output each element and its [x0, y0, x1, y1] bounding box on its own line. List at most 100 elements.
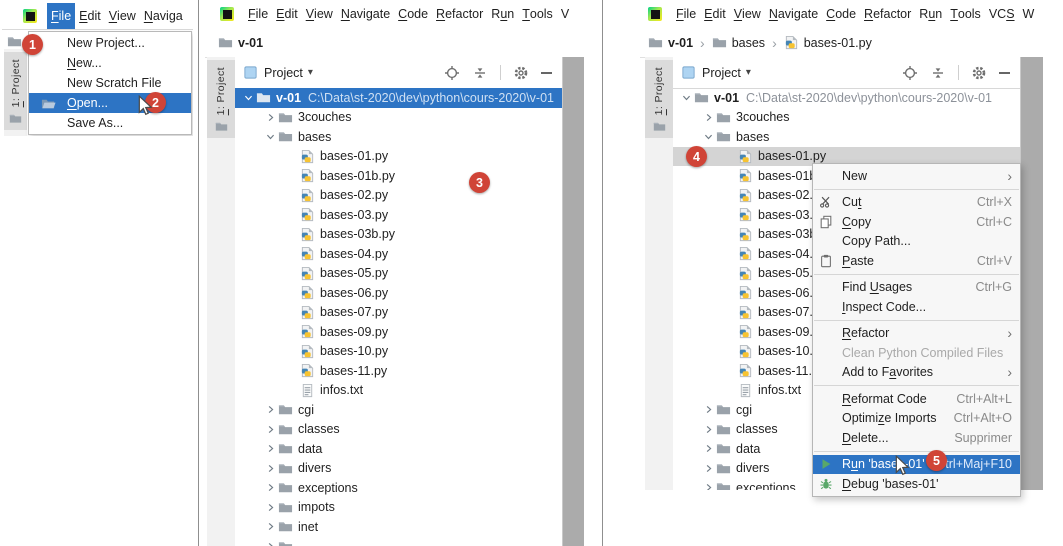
settings-gear-button[interactable]: [971, 65, 987, 81]
python-icon: [300, 168, 315, 183]
breadcrumb-item-v-01[interactable]: v-01: [648, 35, 693, 50]
tree-row-bases-11-py[interactable]: bases-11.py: [235, 361, 562, 381]
folder-icon: [716, 480, 731, 490]
chevron-right-icon: [700, 112, 716, 123]
tree-row-3couches[interactable]: 3couches: [235, 108, 562, 128]
tree-row-v-01[interactable]: v-01C:\Data\st-2020\dev\python\cours-202…: [235, 88, 562, 108]
file-menu-item-open[interactable]: Open...: [29, 93, 191, 113]
context-item-copy[interactable]: CopyCtrl+C: [813, 212, 1020, 232]
folder-icon: [278, 441, 293, 456]
menu-code[interactable]: Code: [394, 0, 432, 28]
file-menu-item-new[interactable]: New...: [29, 53, 191, 73]
collapse-all-button[interactable]: [930, 65, 946, 81]
tree-row-bases[interactable]: bases: [235, 127, 562, 147]
context-item-optimize-imports[interactable]: Optimize ImportsCtrl+Alt+O: [813, 409, 1020, 429]
menu-file[interactable]: File: [672, 0, 700, 28]
context-item-inspect-code[interactable]: Inspect Code...: [813, 297, 1020, 317]
menu-view[interactable]: View: [730, 0, 765, 28]
menu-vcs[interactable]: VCS: [985, 0, 1019, 28]
tree-row-bases-04-py[interactable]: bases-04.py: [235, 244, 562, 264]
screenshot-project-tree: FileEditViewNavigateCodeRefactorRunTools…: [205, 0, 584, 546]
tool-stripe-tab-project[interactable]: 1: Project: [4, 52, 27, 130]
tree-row-bases[interactable]: bases: [673, 127, 1020, 147]
menu-run[interactable]: Run: [487, 0, 518, 28]
file-menu-item-new-project[interactable]: New Project...: [29, 33, 191, 53]
hide-panel-button[interactable]: [999, 72, 1010, 74]
tree-row-classes[interactable]: classes: [235, 420, 562, 440]
menu-bar: FileEditViewNavigateCodeRefactorRunTools…: [640, 0, 1043, 29]
menu-view[interactable]: View: [105, 3, 140, 29]
file-menu-item-save-as[interactable]: Save As...: [29, 113, 191, 133]
collapse-all-button[interactable]: [472, 65, 488, 81]
menu-code[interactable]: Code: [822, 0, 860, 28]
menu-navigate[interactable]: Navigate: [337, 0, 394, 28]
breadcrumb-item-v-01[interactable]: v-01: [218, 35, 263, 50]
pycharm-logo-icon: [648, 7, 662, 21]
tree-row-inet[interactable]: inet: [235, 517, 562, 537]
tool-stripe-tab-project[interactable]: 1: Project: [207, 60, 235, 138]
menu-v[interactable]: V: [557, 0, 573, 28]
tree-row-bases-10-py[interactable]: bases-10.py: [235, 342, 562, 362]
tree-row-divers[interactable]: divers: [235, 459, 562, 479]
menu-run[interactable]: Run: [915, 0, 946, 28]
tree-row-infos-txt[interactable]: infos.txt: [235, 381, 562, 401]
context-item-clean-python-compiled-files[interactable]: Clean Python Compiled Files: [813, 343, 1020, 363]
tree-row-bases-01-py[interactable]: bases-01.py: [235, 147, 562, 167]
tree-row-bases-02-py[interactable]: bases-02.py: [235, 186, 562, 206]
breadcrumb-item-bases[interactable]: bases: [712, 35, 765, 50]
menu-file[interactable]: File: [244, 0, 272, 28]
context-item-cut[interactable]: CutCtrl+X: [813, 193, 1020, 213]
file-menu-item-new-scratch-file[interactable]: New Scratch File: [29, 73, 191, 93]
context-item-delete[interactable]: Delete...Supprimer: [813, 428, 1020, 448]
tree-row-bases-01b-py[interactable]: bases-01b.py: [235, 166, 562, 186]
tree-row-bases-06-py[interactable]: bases-06.py: [235, 283, 562, 303]
tool-stripe-tab-label: 1: Project: [653, 67, 665, 115]
context-item-run-bases-01[interactable]: Run 'bases-01'Ctrl+Maj+F10: [813, 455, 1020, 475]
menu-naviga[interactable]: Naviga: [140, 3, 187, 29]
menu-edit[interactable]: Edit: [272, 0, 302, 28]
python-icon: [738, 246, 753, 261]
context-item-refactor[interactable]: Refactor›: [813, 324, 1020, 344]
menu-refactor[interactable]: Refactor: [432, 0, 487, 28]
context-item-copy-path[interactable]: Copy Path...: [813, 232, 1020, 252]
annotation-badge-1: 1: [22, 34, 43, 55]
project-panel-title[interactable]: Project: [702, 66, 741, 80]
text-icon: [738, 383, 753, 398]
context-item-add-to-favorites[interactable]: Add to Favorites›: [813, 363, 1020, 383]
tree-row-bases-07-py[interactable]: bases-07.py: [235, 303, 562, 323]
chevron-down-icon[interactable]: ▾: [308, 67, 313, 78]
context-item-find-usages[interactable]: Find UsagesCtrl+G: [813, 278, 1020, 298]
tree-row-bases-03-py[interactable]: bases-03.py: [235, 205, 562, 225]
settings-gear-button[interactable]: [513, 65, 529, 81]
context-item-paste[interactable]: PasteCtrl+V: [813, 251, 1020, 271]
hide-panel-button[interactable]: [541, 72, 552, 74]
tree-row-bases-05-py[interactable]: bases-05.py: [235, 264, 562, 284]
tree-row-bases-09-py[interactable]: bases-09.py: [235, 322, 562, 342]
tree-row-cgi[interactable]: cgi: [235, 400, 562, 420]
tree-row-3couches[interactable]: 3couches: [673, 108, 1020, 128]
menu-w[interactable]: W: [1019, 0, 1039, 28]
menu-file[interactable]: File: [47, 3, 75, 29]
tool-stripe-tab-project[interactable]: 1: Project: [645, 60, 673, 138]
context-item-reformat-code[interactable]: Reformat CodeCtrl+Alt+L: [813, 389, 1020, 409]
tree-row-partial[interactable]: [235, 537, 562, 546]
breadcrumb-item-bases-01-py[interactable]: bases-01.py: [784, 35, 872, 50]
tree-row-impots[interactable]: impots: [235, 498, 562, 518]
locate-file-button[interactable]: [902, 65, 918, 81]
project-panel-title[interactable]: Project: [264, 66, 303, 80]
menu-view[interactable]: View: [302, 0, 337, 28]
chevron-down-icon[interactable]: ▾: [746, 67, 751, 78]
menu-edit[interactable]: Edit: [700, 0, 730, 28]
menu-refactor[interactable]: Refactor: [860, 0, 915, 28]
tree-row-exceptions[interactable]: exceptions: [235, 478, 562, 498]
menu-tools[interactable]: Tools: [518, 0, 557, 28]
locate-file-button[interactable]: [444, 65, 460, 81]
menu-edit[interactable]: Edit: [75, 3, 105, 29]
menu-tools[interactable]: Tools: [946, 0, 985, 28]
tree-row-data[interactable]: data: [235, 439, 562, 459]
menu-navigate[interactable]: Navigate: [765, 0, 822, 28]
context-item-new[interactable]: New›: [813, 166, 1020, 186]
tree-row-v-01[interactable]: v-01C:\Data\st-2020\dev\python\cours-202…: [673, 88, 1020, 108]
tree-row-bases-03b-py[interactable]: bases-03b.py: [235, 225, 562, 245]
context-item-debug-bases-01[interactable]: Debug 'bases-01': [813, 474, 1020, 494]
